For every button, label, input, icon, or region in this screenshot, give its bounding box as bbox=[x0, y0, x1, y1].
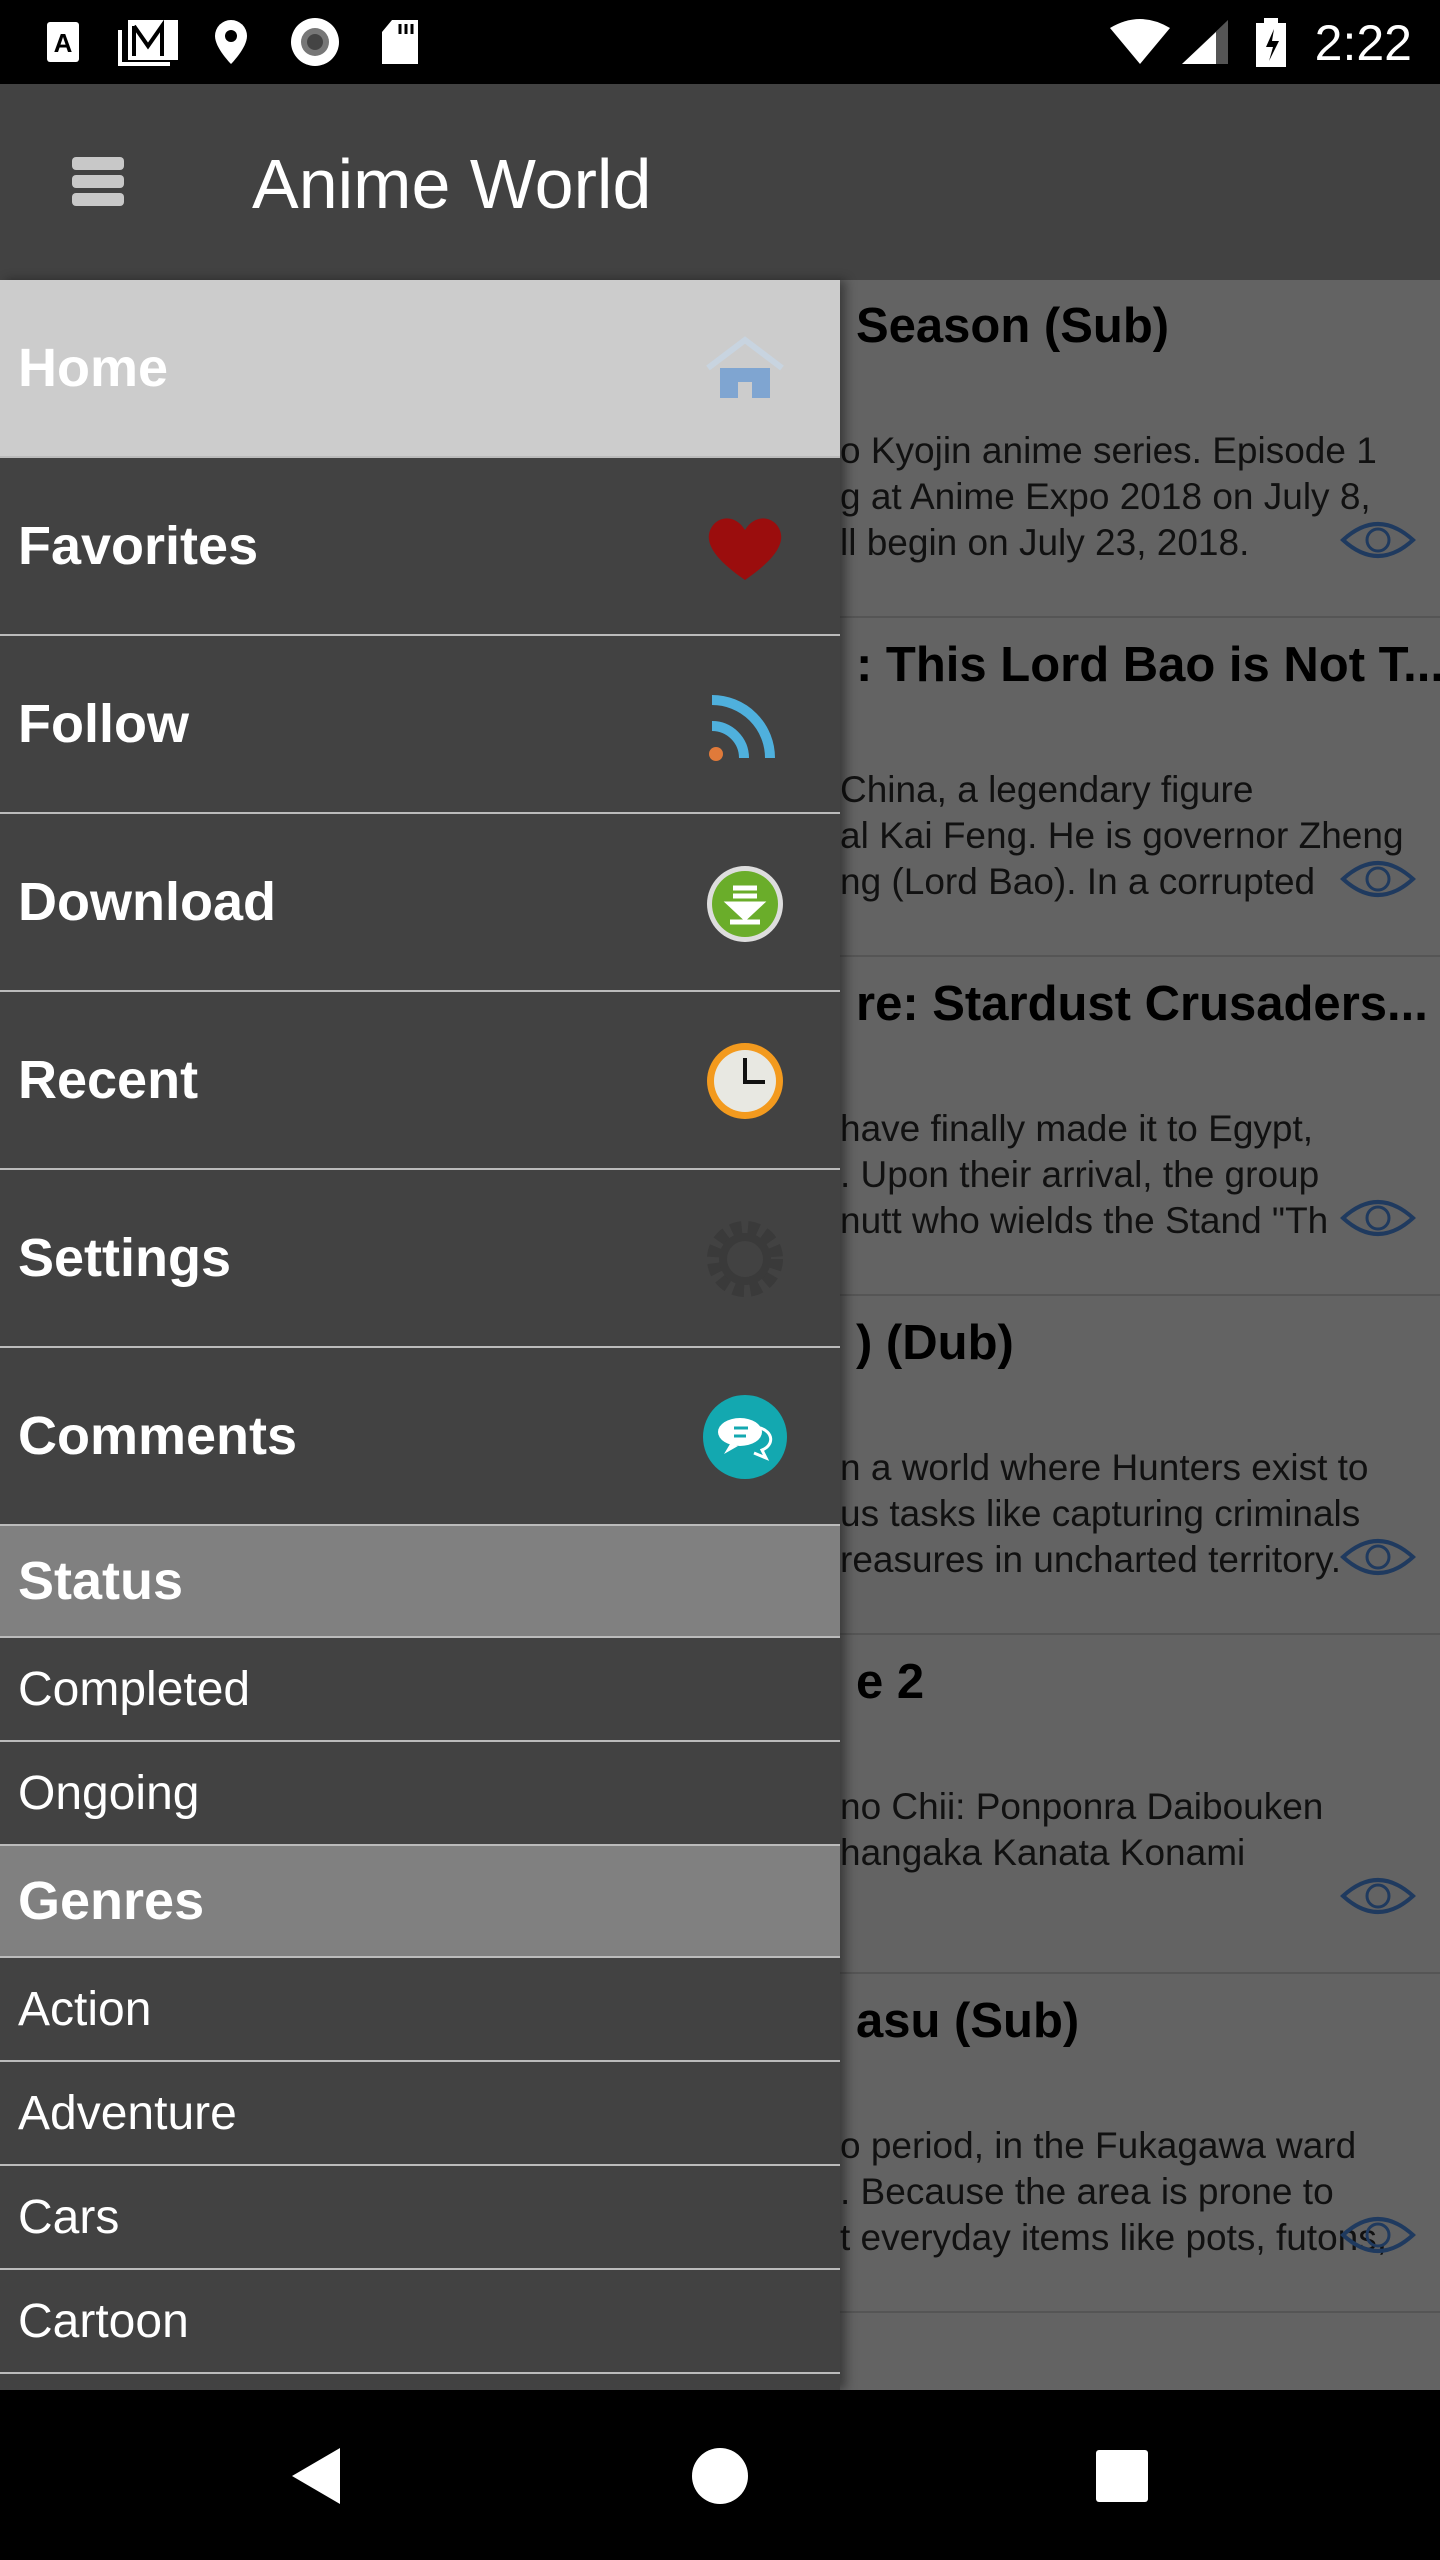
eye-icon[interactable] bbox=[1340, 1874, 1416, 1918]
anime-card[interactable]: e 2 no Chii: Ponponra Daibouken hangaka Ka… bbox=[840, 1634, 1440, 1974]
eye-icon[interactable] bbox=[1340, 857, 1416, 901]
drawer-item-label: Download bbox=[18, 872, 276, 932]
anime-description: n a world where Hunters exist to us tasks… bbox=[840, 1445, 1369, 1583]
anime-title: Season (Sub) bbox=[856, 299, 1170, 353]
home-nav-icon[interactable] bbox=[690, 2446, 750, 2506]
gmail-icon bbox=[118, 18, 180, 66]
description-line: no Chii: Ponponra Daibouken bbox=[840, 1786, 1324, 1827]
sd-card-icon bbox=[380, 18, 420, 66]
home-icon bbox=[700, 324, 790, 414]
drawer-item-recent[interactable]: Recent bbox=[0, 992, 840, 1170]
drawer-item-cars[interactable]: Cars bbox=[0, 2166, 840, 2270]
drawer-item-label: Follow bbox=[18, 694, 189, 754]
description-line: ng (Lord Bao). In a corrupted bbox=[840, 861, 1316, 902]
gear-icon bbox=[700, 1214, 790, 1304]
drawer-item-label: Favorites bbox=[18, 516, 259, 576]
section-header-genres: Genres bbox=[0, 1846, 840, 1958]
drawer-item-follow[interactable]: Follow bbox=[0, 636, 840, 814]
description-line: al Kai Feng. He is governor Zheng bbox=[840, 815, 1404, 856]
heart-icon bbox=[700, 502, 790, 592]
drawer-item-ongoing[interactable]: Ongoing bbox=[0, 1742, 840, 1846]
drawer-item-label: Comments bbox=[18, 1406, 298, 1466]
rss-icon bbox=[700, 680, 790, 770]
drawer-item-download[interactable]: Download bbox=[0, 814, 840, 992]
anime-description: China, a legendary figure al Kai Feng. He… bbox=[840, 767, 1404, 905]
drawer-item-partial[interactable] bbox=[0, 2374, 840, 2390]
drawer-item-cartoon[interactable]: Cartoon bbox=[0, 2270, 840, 2374]
signal-icon bbox=[1180, 18, 1230, 66]
eye-icon[interactable] bbox=[1340, 1535, 1416, 1579]
wifi-icon bbox=[1108, 18, 1172, 66]
clock-icon bbox=[700, 1036, 790, 1126]
anime-card[interactable]: asu (Sub) o period, in the Fukagawa ward.… bbox=[840, 1973, 1440, 2313]
hamburger-icon[interactable] bbox=[72, 157, 124, 209]
description-line: o Kyojin anime series. Episode 1 bbox=[840, 430, 1377, 471]
navigation-drawer: Home Favorites Follow Download Recent Setting… bbox=[0, 280, 840, 2390]
anime-list: Season (Sub) o Kyojin anime series. Episo… bbox=[840, 280, 1440, 2390]
clock: 2:22 bbox=[1314, 15, 1412, 71]
app-title: Anime World bbox=[252, 145, 652, 223]
status-bar: A 2:22 bbox=[0, 0, 1440, 84]
drawer-item-label: Settings bbox=[18, 1228, 232, 1288]
anime-title: re: Stardust Crusaders... bbox=[856, 977, 1428, 1031]
anime-title: e 2 bbox=[856, 1655, 925, 1709]
anime-card[interactable]: ) (Dub) n a world where Hunters exist to u… bbox=[840, 1295, 1440, 1635]
record-icon bbox=[290, 18, 340, 66]
description-line: us tasks like capturing criminals bbox=[840, 1493, 1361, 1534]
section-header-status: Status bbox=[0, 1526, 840, 1638]
anime-description: o period, in the Fukagawa ward . Because … bbox=[840, 2123, 1387, 2261]
drawer-item-label: Adventure bbox=[18, 2086, 237, 2140]
drawer-item-completed[interactable]: Completed bbox=[0, 1638, 840, 1742]
drawer-item-settings[interactable]: Settings bbox=[0, 1170, 840, 1348]
description-line: o period, in the Fukagawa ward bbox=[840, 2125, 1357, 2166]
a-notification-icon: A bbox=[45, 18, 81, 66]
toolbar: Anime World bbox=[0, 84, 1440, 280]
drawer-item-label: Completed bbox=[18, 1662, 251, 1716]
location-icon bbox=[212, 18, 250, 66]
eye-icon[interactable] bbox=[1340, 1196, 1416, 1240]
description-line: . Because the area is prone to bbox=[840, 2171, 1334, 2212]
anime-card[interactable]: Season (Sub) o Kyojin anime series. Episo… bbox=[840, 280, 1440, 618]
description-line: reasures in uncharted territory. bbox=[840, 1539, 1342, 1580]
eye-icon[interactable] bbox=[1340, 518, 1416, 562]
drawer-item-label: Cars bbox=[18, 2190, 120, 2244]
battery-charging-icon bbox=[1254, 18, 1288, 67]
drawer-item-home[interactable]: Home bbox=[0, 280, 840, 458]
drawer-item-action[interactable]: Action bbox=[0, 1958, 840, 2062]
anime-description: have finally made it to Egypt, . Upon the… bbox=[840, 1106, 1328, 1244]
anime-title: ) (Dub) bbox=[856, 1316, 1014, 1370]
description-line: hangaka Kanata Konami bbox=[840, 1832, 1246, 1873]
navigation-bar bbox=[0, 2390, 1440, 2560]
drawer-item-label: Home bbox=[18, 338, 169, 398]
recents-icon[interactable] bbox=[1094, 2448, 1150, 2504]
drawer-item-favorites[interactable]: Favorites bbox=[0, 458, 840, 636]
drawer-item-comments[interactable]: Comments bbox=[0, 1348, 840, 1526]
anime-title: asu (Sub) bbox=[856, 1994, 1080, 2048]
description-line: . Upon their arrival, the group bbox=[840, 1154, 1320, 1195]
drawer-item-label: Recent bbox=[18, 1050, 199, 1110]
back-icon[interactable] bbox=[288, 2446, 344, 2506]
anime-description: o Kyojin anime series. Episode 1 g at Ani… bbox=[840, 428, 1377, 566]
description-line: t everyday items like pots, futons, bbox=[840, 2217, 1388, 2258]
anime-title: : This Lord Bao is Not T... bbox=[856, 638, 1440, 692]
chat-icon bbox=[700, 1392, 790, 1482]
eye-icon[interactable] bbox=[1340, 2213, 1416, 2257]
description-line: n a world where Hunters exist to bbox=[840, 1447, 1369, 1488]
drawer-item-adventure[interactable]: Adventure bbox=[0, 2062, 840, 2166]
anime-card[interactable]: re: Stardust Crusaders... have finally m… bbox=[840, 956, 1440, 1296]
drawer-item-label: Ongoing bbox=[18, 1766, 200, 1820]
anime-description: no Chii: Ponponra Daibouken hangaka Kanat… bbox=[840, 1784, 1323, 1876]
description-line: nutt who wields the Stand "Th bbox=[840, 1200, 1329, 1241]
description-line: have finally made it to Egypt, bbox=[840, 1108, 1314, 1149]
description-line: g at Anime Expo 2018 on July 8, bbox=[840, 476, 1371, 517]
anime-card[interactable]: : This Lord Bao is Not T... China, a leg… bbox=[840, 617, 1440, 957]
drawer-item-label: Cartoon bbox=[18, 2294, 189, 2348]
description-line: ll begin on July 23, 2018. bbox=[840, 522, 1250, 563]
drawer-item-label: Action bbox=[18, 1982, 152, 2036]
svg-text:A: A bbox=[54, 28, 73, 58]
description-line: China, a legendary figure bbox=[840, 769, 1254, 810]
download-icon bbox=[700, 858, 790, 948]
